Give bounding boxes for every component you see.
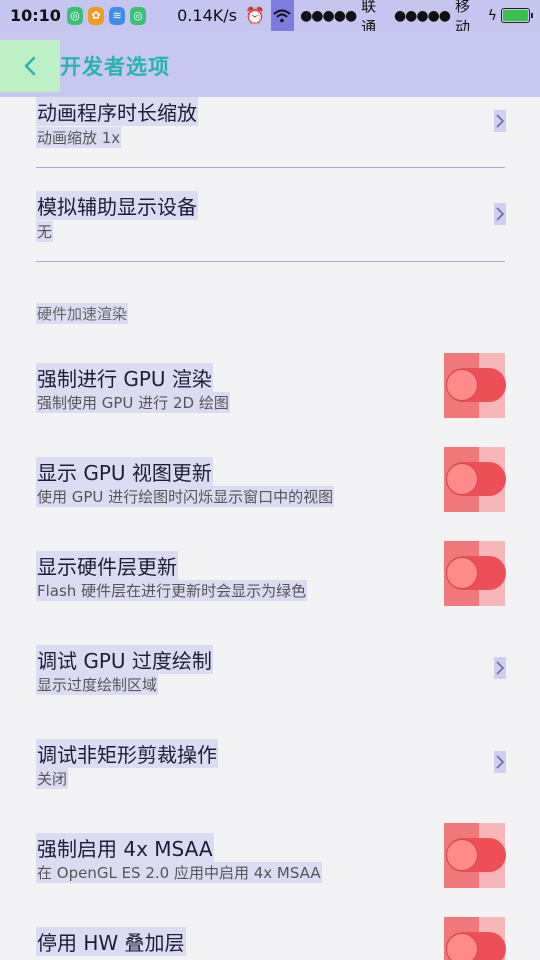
toggle-knob	[446, 557, 478, 589]
show-gpu-updates-toggle[interactable]	[444, 447, 506, 512]
chevron-right-icon	[494, 751, 506, 773]
notification-app-icon: ◎	[66, 6, 83, 25]
charging-icon: ϟ	[487, 7, 498, 24]
setting-subtitle: 使用 GPU 进行绘图时闪烁显示窗口中的视图	[36, 486, 335, 507]
chevron-right-icon	[494, 203, 506, 225]
setting-subtitle: 关闭	[36, 768, 69, 789]
chevron-right-icon	[494, 657, 506, 679]
setting-subtitle: 在 OpenGL ES 2.0 应用中启用 4x MSAA	[36, 862, 322, 883]
toggle-knob	[446, 839, 478, 871]
setting-force-4x-msaa[interactable]: 强制启用 4x MSAA 在 OpenGL ES 2.0 应用中启用 4x MS…	[0, 822, 540, 892]
setting-title: 强制启用 4x MSAA	[36, 833, 214, 862]
setting-subtitle: Flash 硬件层在进行更新时会显示为绿色	[36, 580, 308, 601]
status-bar: 10:10 ◎ ✿ ≋ ◎ 0.14K/s ⏰ ●●●●● 联通 ●●●●● 移…	[0, 0, 540, 36]
setting-animation-scale[interactable]: 动画程序时长缩放 动画缩放 1x	[0, 97, 540, 167]
network-speed: 0.14K/s	[177, 6, 237, 25]
setting-title: 停用 HW 叠加层	[36, 927, 186, 956]
setting-subtitle: 动画缩放 1x	[36, 127, 122, 148]
setting-title: 动画程序时长缩放	[36, 97, 198, 126]
setting-show-gpu-view-updates[interactable]: 显示 GPU 视图更新 使用 GPU 进行绘图时闪烁显示窗口中的视图	[0, 446, 540, 516]
disable-hw-overlays-toggle[interactable]	[444, 917, 506, 960]
chevron-right-icon	[494, 110, 506, 132]
setting-title: 调试非矩形剪裁操作	[36, 739, 218, 768]
setting-subtitle: 强制使用 GPU 进行 2D 绘图	[36, 392, 230, 413]
setting-title: 显示硬件层更新	[36, 551, 178, 580]
toggle-knob	[446, 463, 478, 495]
setting-subtitle: 显示过度绘制区域	[36, 674, 159, 695]
toggle-knob	[446, 369, 478, 401]
wifi-notification-icon: ≋	[109, 6, 126, 25]
force-msaa-toggle[interactable]	[444, 823, 506, 888]
setting-subtitle: 无	[36, 221, 54, 242]
setting-title: 模拟辅助显示设备	[36, 191, 198, 220]
alarm-icon: ⏰	[244, 6, 265, 25]
notification-app-icon: ✿	[87, 6, 105, 25]
setting-title: 调试 GPU 过度绘制	[36, 645, 213, 674]
setting-disable-hw-overlays[interactable]: 停用 HW 叠加层	[0, 916, 540, 960]
setting-force-gpu-rendering[interactable]: 强制进行 GPU 渲染 强制使用 GPU 进行 2D 绘图	[0, 352, 540, 422]
status-time: 10:10	[10, 6, 61, 25]
app-header: 开发者选项	[0, 31, 540, 97]
setting-debug-gpu-overdraw[interactable]: 调试 GPU 过度绘制 显示过度绘制区域	[0, 634, 540, 704]
signal-strength-sim1: ●●●●●	[300, 7, 357, 24]
show-hw-layers-toggle[interactable]	[444, 541, 506, 606]
signal-strength-sim2: ●●●●●	[393, 7, 451, 24]
setting-show-hardware-layer-updates[interactable]: 显示硬件层更新 Flash 硬件层在进行更新时会显示为绿色	[0, 540, 540, 610]
setting-debug-non-rect-clip[interactable]: 调试非矩形剪裁操作 关闭	[0, 728, 540, 798]
back-button[interactable]	[0, 40, 60, 92]
setting-title: 显示 GPU 视图更新	[36, 457, 213, 486]
back-arrow-icon	[24, 56, 36, 76]
section-header-hardware-rendering: 硬件加速渲染	[36, 303, 129, 324]
settings-list[interactable]: 动画程序时长缩放 动画缩放 1x 模拟辅助显示设备 无 硬件加速渲染 强制进行 …	[0, 97, 540, 960]
setting-title: 强制进行 GPU 渲染	[36, 363, 213, 392]
wifi-icon	[270, 0, 295, 31]
battery-icon	[501, 8, 533, 23]
divider	[36, 167, 505, 168]
setting-simulate-display[interactable]: 模拟辅助显示设备 无	[0, 187, 540, 257]
page-title: 开发者选项	[60, 55, 170, 79]
divider	[36, 261, 505, 262]
notification-app-icon: ◎	[130, 6, 147, 25]
toggle-knob	[446, 933, 478, 960]
force-gpu-toggle[interactable]	[444, 353, 506, 418]
